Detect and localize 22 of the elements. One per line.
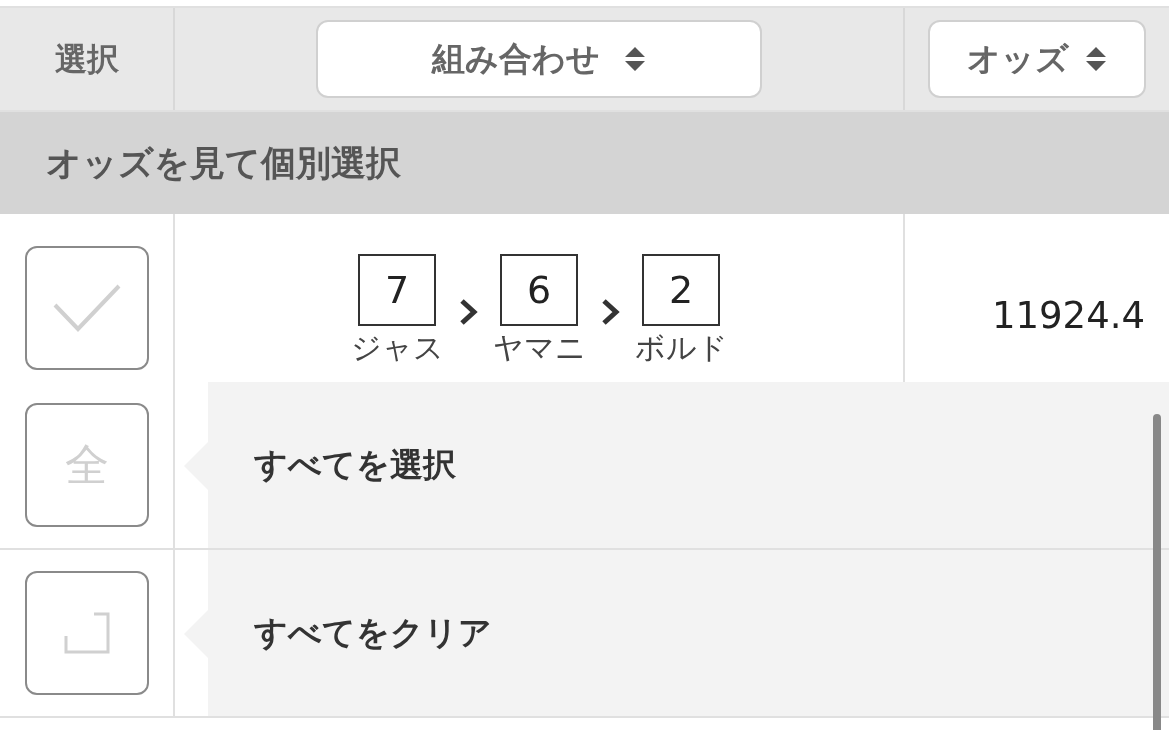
horse-number: 6 [500, 254, 578, 326]
chevron-right-icon [458, 298, 478, 326]
chevron-right-icon [600, 298, 620, 326]
horse-name: ヤマニ [492, 329, 586, 367]
checkmark-icon [51, 283, 122, 333]
horse-name: ジャス [350, 329, 444, 367]
horse-number: 2 [642, 254, 720, 326]
menu-item-label: すべてをクリア [254, 612, 492, 655]
horse-name: ボルド [634, 329, 728, 367]
combination-sort-button[interactable]: 組み合わせ [316, 20, 762, 98]
corner-bracket-icon [63, 612, 110, 654]
sort-icon [624, 45, 646, 73]
select-column-header: 選択 [54, 39, 119, 80]
clear-button[interactable] [24, 571, 149, 695]
horse-number: 7 [358, 254, 436, 326]
menu-item-label: すべてを選択 [254, 444, 456, 487]
odds-sort-button[interactable]: オッズ [928, 20, 1146, 98]
odds-value: 11924.4 [992, 293, 1145, 339]
section-title: オッズを見て個別選択 [46, 141, 401, 185]
row-checkbox[interactable] [24, 246, 149, 370]
sort-icon [1085, 45, 1107, 73]
scrollbar-icon [1153, 414, 1161, 730]
